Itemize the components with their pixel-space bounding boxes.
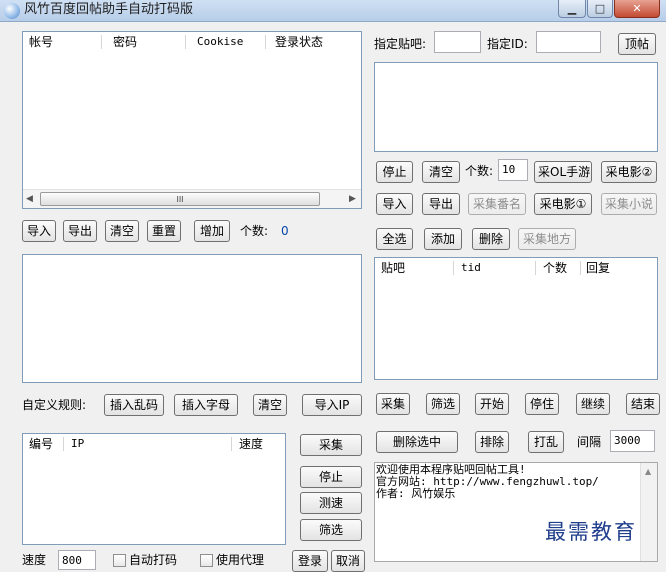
auto-captcha-label: 自动打码 bbox=[129, 553, 178, 567]
accounts-count-label: 个数: bbox=[240, 224, 269, 238]
interval-input[interactable]: 3000 bbox=[610, 430, 655, 452]
controls-import-button[interactable]: 导入 bbox=[376, 193, 413, 215]
proxy-filter-button[interactable]: 筛选 bbox=[300, 519, 362, 541]
forum-list-textarea[interactable] bbox=[374, 62, 658, 152]
column-header-cookie[interactable]: Cookise bbox=[191, 32, 243, 52]
actions-end-button[interactable]: 结束 bbox=[626, 393, 660, 415]
log-textarea[interactable]: 欢迎使用本程序贴吧回帖工具! 官方网站: http://www.fengzhuw… bbox=[374, 462, 658, 562]
column-divider bbox=[535, 261, 536, 275]
column-header-password[interactable]: 密码 bbox=[107, 32, 137, 52]
controls-delete-button[interactable]: 删除 bbox=[472, 228, 510, 250]
insert-letters-button[interactable]: 插入字母 bbox=[174, 394, 238, 416]
cancel-button[interactable]: 取消 bbox=[331, 550, 365, 572]
controls-export-button[interactable]: 导出 bbox=[422, 193, 460, 215]
column-divider bbox=[185, 35, 186, 49]
collect-ol-games-button[interactable]: 采OL手游 bbox=[534, 161, 592, 183]
exclude-button[interactable]: 排除 bbox=[475, 431, 509, 453]
scroll-right-icon[interactable]: ▶ bbox=[349, 194, 356, 204]
accounts-import-button[interactable]: 导入 bbox=[22, 220, 56, 242]
shuffle-button[interactable]: 打乱 bbox=[528, 431, 564, 453]
column-header-number[interactable]: 编号 bbox=[23, 434, 53, 454]
column-divider bbox=[231, 437, 232, 451]
column-header-forum[interactable]: 贴吧 bbox=[375, 258, 405, 278]
import-ip-button[interactable]: 导入IP bbox=[302, 394, 362, 416]
speed-label: 速度 bbox=[22, 553, 47, 567]
controls-clear-button[interactable]: 清空 bbox=[422, 161, 460, 183]
log-content: 欢迎使用本程序贴吧回帖工具! 官方网站: http://www.fengzhuw… bbox=[376, 464, 638, 500]
collect-novels-button[interactable]: 采集小说 bbox=[601, 193, 657, 215]
posts-table[interactable]: 贴吧 tid 个数 回复 bbox=[374, 257, 658, 380]
target-id-label: 指定ID: bbox=[487, 37, 528, 51]
column-header-count[interactable]: 个数 bbox=[537, 258, 567, 278]
accounts-export-button[interactable]: 导出 bbox=[63, 220, 97, 242]
accounts-reset-button[interactable]: 重置 bbox=[147, 220, 181, 242]
accounts-count-value: 0 bbox=[281, 224, 289, 238]
interval-label: 间隔 bbox=[577, 435, 602, 449]
actions-filter-button[interactable]: 筛选 bbox=[426, 393, 460, 415]
speed-input[interactable]: 800 bbox=[58, 550, 96, 570]
collect-movies-1-button[interactable]: 采电影① bbox=[534, 193, 592, 215]
column-header-login-status[interactable]: 登录状态 bbox=[269, 32, 323, 52]
target-bar-input[interactable] bbox=[434, 31, 481, 53]
log-line: 作者: 风竹娱乐 bbox=[376, 487, 456, 500]
use-proxy-label: 使用代理 bbox=[216, 553, 265, 567]
controls-add-button[interactable]: 添加 bbox=[424, 228, 462, 250]
target-id-input[interactable] bbox=[536, 31, 601, 53]
target-bar-label: 指定贴吧: bbox=[374, 37, 427, 51]
maximize-icon: □ bbox=[594, 2, 606, 15]
proxy-table[interactable]: 编号 IP 速度 bbox=[22, 433, 286, 545]
column-header-tid[interactable]: tid bbox=[455, 258, 481, 278]
actions-resume-button[interactable]: 继续 bbox=[576, 393, 610, 415]
accounts-clear-button[interactable]: 清空 bbox=[105, 220, 139, 242]
minimize-button[interactable]: ▁ bbox=[558, 0, 586, 18]
controls-count-label: 个数: bbox=[465, 164, 494, 178]
controls-stop-button[interactable]: 停止 bbox=[376, 161, 413, 183]
collect-places-button[interactable]: 采集地方 bbox=[518, 228, 576, 250]
column-divider bbox=[265, 35, 266, 49]
controls-count-input[interactable]: 10 bbox=[498, 159, 528, 181]
collect-movies-2-button[interactable]: 采电影② bbox=[601, 161, 657, 183]
delete-selected-button[interactable]: 删除选中 bbox=[376, 431, 458, 453]
insert-garble-button[interactable]: 插入乱码 bbox=[104, 394, 164, 416]
close-button[interactable]: ✕ bbox=[614, 0, 660, 18]
scroll-thumb[interactable]: III bbox=[40, 192, 320, 206]
column-divider bbox=[453, 261, 454, 275]
column-header-account[interactable]: 帐号 bbox=[23, 32, 53, 52]
column-header-ip[interactable]: IP bbox=[65, 434, 84, 454]
proxy-collect-button[interactable]: 采集 bbox=[300, 434, 362, 456]
actions-collect-button[interactable]: 采集 bbox=[376, 393, 410, 415]
collect-anime-button[interactable]: 采集番名 bbox=[468, 193, 526, 215]
column-header-speed[interactable]: 速度 bbox=[233, 434, 263, 454]
actions-start-button[interactable]: 开始 bbox=[475, 393, 509, 415]
select-all-button[interactable]: 全选 bbox=[376, 228, 413, 250]
proxy-stop-button[interactable]: 停止 bbox=[300, 466, 362, 488]
minimize-icon: ▁ bbox=[567, 2, 577, 15]
watermark: 最需教育 bbox=[545, 520, 637, 544]
rules-clear-button[interactable]: 清空 bbox=[253, 394, 287, 416]
app-icon bbox=[4, 3, 20, 19]
login-button[interactable]: 登录 bbox=[292, 550, 328, 572]
top-post-button[interactable]: 顶帖 bbox=[618, 33, 656, 55]
window-title: 风竹百度回帖助手自动打码版 bbox=[24, 2, 194, 17]
actions-pause-button[interactable]: 停住 bbox=[525, 393, 559, 415]
proxy-test-speed-button[interactable]: 测速 bbox=[300, 492, 362, 514]
accounts-add-button[interactable]: 增加 bbox=[194, 220, 230, 242]
reply-content-textarea[interactable] bbox=[22, 254, 362, 383]
scroll-up-icon[interactable]: ▲ bbox=[645, 467, 651, 476]
column-divider bbox=[63, 437, 64, 451]
maximize-button[interactable]: □ bbox=[587, 0, 613, 18]
scroll-left-icon[interactable]: ◀ bbox=[26, 194, 33, 204]
custom-rule-label: 自定义规则: bbox=[22, 398, 87, 412]
log-vscrollbar[interactable]: ▲ bbox=[640, 463, 657, 561]
column-divider bbox=[101, 35, 102, 49]
column-header-reply[interactable]: 回复 bbox=[580, 258, 610, 278]
close-icon: ✕ bbox=[632, 2, 642, 15]
accounts-table[interactable]: 帐号 密码 Cookise 登录状态 ◀ III ▶ bbox=[22, 31, 362, 209]
accounts-hscrollbar[interactable]: ◀ III ▶ bbox=[23, 189, 361, 208]
